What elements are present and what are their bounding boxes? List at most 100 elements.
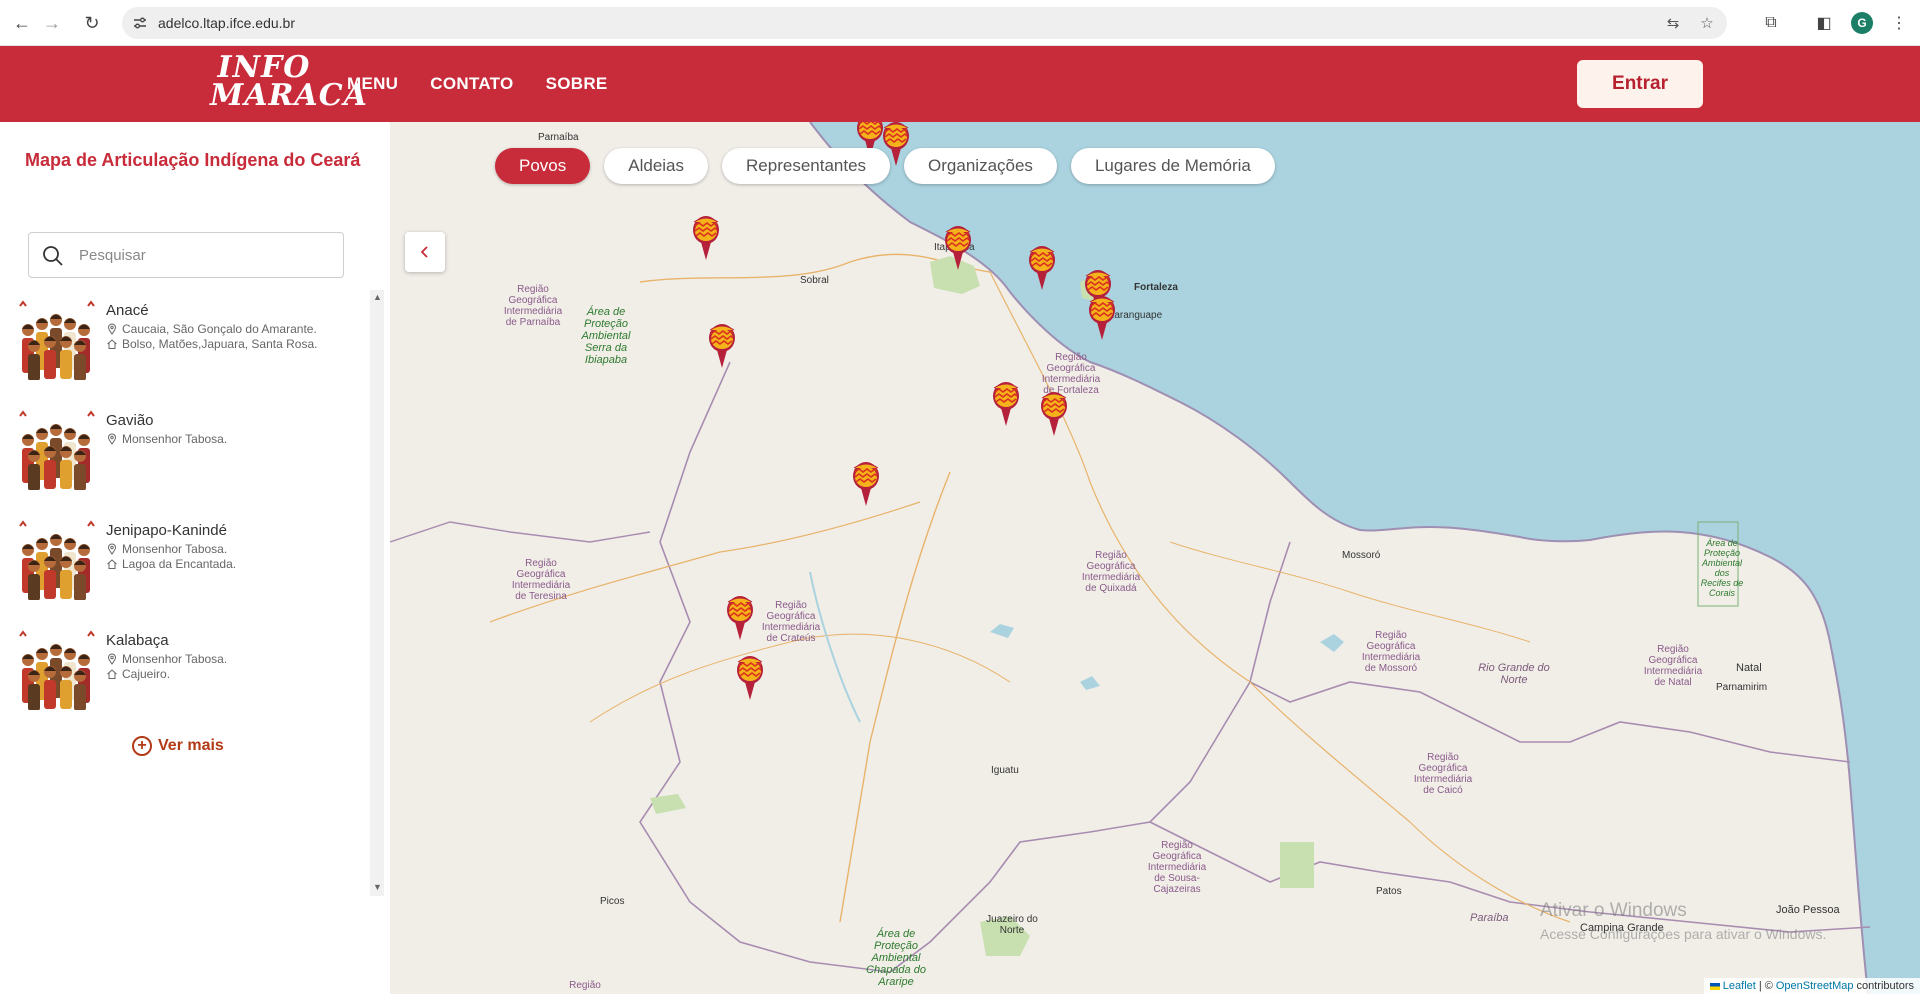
profile-avatar[interactable]: G xyxy=(1851,12,1873,34)
item-location: Monsenhor Tabosa. xyxy=(106,542,227,556)
place-label: Iguatu xyxy=(991,765,1019,776)
location-pin-icon xyxy=(107,323,117,335)
region-label: Região Geográfica Intermediária de Quixa… xyxy=(1081,550,1141,594)
tab-aldeias[interactable]: Aldeias xyxy=(604,148,709,184)
url-text[interactable]: adelco.ltap.ifce.edu.br xyxy=(158,15,295,31)
sidebar-title: Mapa de Articulação Indígena do Ceará xyxy=(25,150,361,170)
place-label: Natal xyxy=(1736,662,1762,674)
maraca-marker[interactable] xyxy=(734,652,766,702)
region-label: Região Geográfica Intermediária de Teres… xyxy=(511,558,571,602)
forward-icon[interactable]: → xyxy=(40,11,64,35)
side-panel-icon[interactable]: ◧ xyxy=(1813,12,1835,34)
scroll-up-icon[interactable]: ▲ xyxy=(373,292,382,302)
chevron-left-icon xyxy=(420,246,428,258)
road xyxy=(589,633,1011,723)
item-name: Jenipapo-Kanindé xyxy=(106,522,227,539)
nav-sobre[interactable]: SOBRE xyxy=(546,74,608,94)
home-icon xyxy=(107,339,117,349)
login-button[interactable]: Entrar xyxy=(1577,60,1703,108)
list-item-gaviao[interactable]: Gavião Monsenhor Tabosa. xyxy=(0,400,370,500)
protected-area-label: Área de Proteção Ambiental dos Recifes d… xyxy=(1700,538,1744,598)
item-location: Monsenhor Tabosa. xyxy=(106,432,227,446)
item-villages: Bolso, Matões,Japuara, Santa Rosa. xyxy=(106,337,317,351)
maraca-marker[interactable] xyxy=(850,458,882,508)
home-icon xyxy=(107,559,117,569)
flag-icon xyxy=(1709,982,1720,990)
search-icon xyxy=(43,246,63,266)
reservoir xyxy=(990,624,1344,690)
maraca-marker[interactable] xyxy=(724,592,756,642)
item-name: Gavião xyxy=(106,412,154,429)
search-field[interactable] xyxy=(28,232,344,278)
place-label: Sobral xyxy=(800,275,829,286)
place-label: Mossoró xyxy=(1342,550,1381,561)
list-item-anace[interactable]: Anacé Caucaia, São Gonçalo do Amarante. … xyxy=(0,290,370,390)
sidebar: Mapa de Articulação Indígena do Ceará An… xyxy=(0,122,390,994)
tab-lugares-de-memoria[interactable]: Lugares de Memória xyxy=(1070,148,1275,184)
tab-organizacoes[interactable]: Organizações xyxy=(904,148,1057,184)
browser-toolbar: ← → ↻ adelco.ltap.ifce.edu.br ⇆ ☆ ⧉ ◧ G … xyxy=(0,0,1920,46)
list-item-jenipapo-kaninde[interactable]: Jenipapo-Kanindé Monsenhor Tabosa. Lagoa… xyxy=(0,510,370,610)
extensions-icon[interactable]: ⧉ xyxy=(1760,12,1782,34)
nav-contato[interactable]: CONTATO xyxy=(430,74,513,94)
avatar xyxy=(19,300,95,380)
infomaraca-logo[interactable]: INFO MARACA xyxy=(210,53,367,116)
maraca-marker[interactable] xyxy=(990,378,1022,428)
menu-kebab-icon[interactable]: ⋮ xyxy=(1888,12,1910,34)
list-scrollbar[interactable] xyxy=(370,290,384,896)
povos-list: Anacé Caucaia, São Gonçalo do Amarante. … xyxy=(0,290,370,890)
windows-activation-watermark: Ativar o Windows Acesse Configurações pa… xyxy=(1540,900,1827,942)
region-label: Região Geográfica Intermediária de Crate… xyxy=(761,600,821,644)
region-label: Região Geográfica Intermediária de Natal xyxy=(1643,644,1703,688)
main-nav: MENU CONTATO SOBRE xyxy=(347,74,608,94)
place-label: Picos xyxy=(600,896,625,907)
collapse-sidebar-button[interactable] xyxy=(405,232,445,272)
maraca-marker[interactable] xyxy=(690,212,722,262)
avatar xyxy=(19,630,95,710)
item-location: Caucaia, São Gonçalo do Amarante. xyxy=(106,322,317,336)
road xyxy=(839,471,951,923)
category-tabs: Povos Aldeias Representantes Organizaçõe… xyxy=(495,148,1275,184)
maraca-marker[interactable] xyxy=(942,222,974,272)
ver-mais-button[interactable]: + Ver mais xyxy=(132,736,224,756)
address-bar[interactable]: adelco.ltap.ifce.edu.br ⇆ ☆ xyxy=(122,7,1727,39)
item-villages: Cajueiro. xyxy=(106,667,170,681)
state-label: Rio Grande do Norte xyxy=(1478,662,1550,686)
back-icon[interactable]: ← xyxy=(10,11,34,35)
region-label: Região Geográfica Intermediária de Caicó xyxy=(1413,752,1473,796)
state-border xyxy=(1249,681,1851,763)
translate-icon[interactable]: ⇆ xyxy=(1663,13,1683,33)
avatar xyxy=(19,520,95,600)
maraca-marker[interactable] xyxy=(1026,242,1058,292)
leaflet-link[interactable]: Leaflet xyxy=(1723,980,1756,992)
item-villages: Lagoa da Encantada. xyxy=(106,557,236,571)
scroll-down-icon[interactable]: ▼ xyxy=(373,882,382,892)
bookmark-star-icon[interactable]: ☆ xyxy=(1697,13,1717,33)
site-settings-icon[interactable] xyxy=(132,15,148,31)
protected-area-label: Área de Proteção Ambiental Serra da Ibia… xyxy=(581,306,631,366)
list-item-kalabaca[interactable]: Kalabaça Monsenhor Tabosa. Cajueiro. xyxy=(0,620,370,720)
location-pin-icon xyxy=(107,543,117,555)
item-location: Monsenhor Tabosa. xyxy=(106,652,227,666)
search-input[interactable] xyxy=(79,243,329,267)
item-name: Anacé xyxy=(106,302,149,319)
tab-povos[interactable]: Povos xyxy=(495,148,591,184)
maraca-marker[interactable] xyxy=(706,320,738,370)
location-pin-icon xyxy=(107,433,117,445)
region-label: Região Geográfica Intermediária de Mosso… xyxy=(1361,630,1421,674)
green-area xyxy=(650,794,686,814)
place-label: Parnamirim xyxy=(1716,682,1768,693)
state-border xyxy=(390,521,651,543)
nav-menu[interactable]: MENU xyxy=(347,74,398,94)
state-label: Paraíba xyxy=(1470,912,1509,924)
reload-icon[interactable]: ↻ xyxy=(80,11,104,35)
map-view[interactable]: Parnaíba Sobral Itapipoca Fortaleza Mara… xyxy=(390,122,1920,994)
osm-link[interactable]: OpenStreetMap xyxy=(1776,980,1854,992)
plus-circle-icon: + xyxy=(132,736,152,756)
place-label: Fortaleza xyxy=(1134,282,1178,293)
region-label: Região xyxy=(569,980,601,991)
maraca-marker[interactable] xyxy=(1086,292,1118,342)
maraca-marker[interactable] xyxy=(1038,388,1070,438)
site-header: INFO MARACA MENU CONTATO SOBRE Entrar xyxy=(0,46,1920,122)
tab-representantes[interactable]: Representantes xyxy=(722,148,891,184)
